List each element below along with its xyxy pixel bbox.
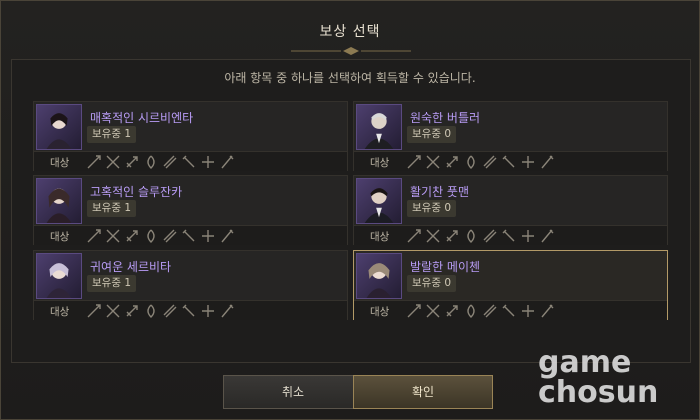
weapon-icon xyxy=(163,304,177,318)
weapon-icon xyxy=(483,155,497,169)
target-row: 대상 xyxy=(34,225,347,245)
weapon-class-icons xyxy=(406,154,555,170)
weapon-icon xyxy=(182,304,195,317)
reward-card-1[interactable]: 매혹적인 시르비엔타 보유중 1 대상 xyxy=(33,101,348,171)
character-portrait xyxy=(356,178,402,224)
character-portrait xyxy=(356,104,402,150)
reward-card-3[interactable]: 고혹적인 슬루잔카 보유중 1 대상 xyxy=(33,175,348,245)
dialog-title: 보상 선택 xyxy=(319,24,381,40)
weapon-icon xyxy=(522,230,534,242)
reward-card-5[interactable]: 귀여운 세르비타 보유중 1 대상 xyxy=(33,250,348,320)
watermark-line-1: game xyxy=(538,345,632,380)
target-row: 대상 xyxy=(354,300,667,320)
reward-card-2[interactable]: 원숙한 버틀러 보유중 0 대상 xyxy=(353,101,668,171)
watermark-logo: game chosun xyxy=(538,348,698,418)
character-portrait xyxy=(36,178,82,224)
title-ornament-icon xyxy=(291,47,411,55)
weapon-icon xyxy=(467,155,475,169)
character-portrait xyxy=(36,104,82,150)
target-row: 대상 xyxy=(34,300,347,320)
weapon-icon xyxy=(221,304,234,318)
weapon-class-icons xyxy=(86,154,235,170)
character-name: 원숙한 버틀러 xyxy=(410,111,481,125)
weapon-icon xyxy=(446,230,458,242)
weapon-class-icons xyxy=(406,303,555,319)
weapon-icon xyxy=(87,304,101,318)
weapon-icon xyxy=(182,155,195,168)
target-label: 대상 xyxy=(370,306,390,318)
target-label: 대상 xyxy=(370,157,390,169)
target-row: 대상 xyxy=(34,151,347,171)
weapon-icon xyxy=(407,304,421,318)
weapon-icon xyxy=(483,229,497,243)
target-label: 대상 xyxy=(50,306,70,318)
weapon-icon xyxy=(502,229,515,242)
weapon-icon xyxy=(163,229,177,243)
target-row: 대상 xyxy=(354,225,667,245)
owned-count: 보유중 0 xyxy=(407,200,456,217)
weapon-icon xyxy=(87,229,101,243)
character-name: 활기찬 풋맨 xyxy=(410,185,470,199)
character-name: 매혹적인 시르비엔타 xyxy=(90,111,194,125)
weapon-icon xyxy=(502,155,515,168)
weapon-class-icons xyxy=(86,303,235,319)
target-row: 대상 xyxy=(354,151,667,171)
weapon-icon xyxy=(182,229,195,242)
weapon-icon xyxy=(541,155,554,169)
weapon-icon xyxy=(483,304,497,318)
owned-count: 보유중 1 xyxy=(87,200,136,217)
owned-count: 보유중 1 xyxy=(87,275,136,292)
weapon-icon xyxy=(106,229,120,243)
weapon-class-icons xyxy=(86,228,235,244)
weapon-icon xyxy=(106,304,120,318)
weapon-class-icons xyxy=(406,228,555,244)
weapon-icon xyxy=(407,155,421,169)
weapon-icon xyxy=(126,156,138,168)
weapon-icon xyxy=(446,305,458,317)
confirm-button[interactable]: 확인 xyxy=(353,375,493,409)
weapon-icon xyxy=(467,229,475,243)
target-label: 대상 xyxy=(50,157,70,169)
character-portrait xyxy=(356,253,402,299)
weapon-icon xyxy=(106,155,120,169)
weapon-icon xyxy=(426,229,440,243)
target-label: 대상 xyxy=(50,231,70,243)
weapon-icon xyxy=(87,155,101,169)
owned-count: 보유중 0 xyxy=(407,126,456,143)
weapon-icon xyxy=(126,305,138,317)
owned-count: 보유중 1 xyxy=(87,126,136,143)
weapon-icon xyxy=(202,156,214,168)
character-name: 귀여운 세르비타 xyxy=(90,260,172,274)
reward-card-4[interactable]: 활기찬 풋맨 보유중 0 대상 xyxy=(353,175,668,245)
owned-count: 보유중 0 xyxy=(407,275,456,292)
weapon-icon xyxy=(147,155,155,169)
reward-card-6[interactable]: 발랄한 메이첸 보유중 0 대상 xyxy=(353,250,668,320)
weapon-icon xyxy=(407,229,421,243)
weapon-icon xyxy=(221,155,234,169)
weapon-icon xyxy=(426,304,440,318)
weapon-icon xyxy=(541,229,554,243)
weapon-icon xyxy=(502,304,515,317)
cancel-button[interactable]: 취소 xyxy=(223,375,363,409)
weapon-icon xyxy=(147,229,155,243)
weapon-icon xyxy=(147,304,155,318)
weapon-icon xyxy=(541,304,554,318)
character-portrait xyxy=(36,253,82,299)
target-label: 대상 xyxy=(370,231,390,243)
weapon-icon xyxy=(426,155,440,169)
weapon-icon xyxy=(467,304,475,318)
watermark-line-2: chosun xyxy=(538,375,659,410)
weapon-icon xyxy=(522,156,534,168)
weapon-icon xyxy=(202,230,214,242)
dialog-subtitle: 아래 항목 중 하나를 선택하여 획득할 수 있습니다. xyxy=(224,71,476,85)
weapon-icon xyxy=(446,156,458,168)
weapon-icon xyxy=(163,155,177,169)
weapon-icon xyxy=(522,305,534,317)
weapon-icon xyxy=(126,230,138,242)
character-name: 고혹적인 슬루잔카 xyxy=(90,185,183,199)
weapon-icon xyxy=(221,229,234,243)
weapon-icon xyxy=(202,305,214,317)
character-name: 발랄한 메이첸 xyxy=(410,260,481,274)
